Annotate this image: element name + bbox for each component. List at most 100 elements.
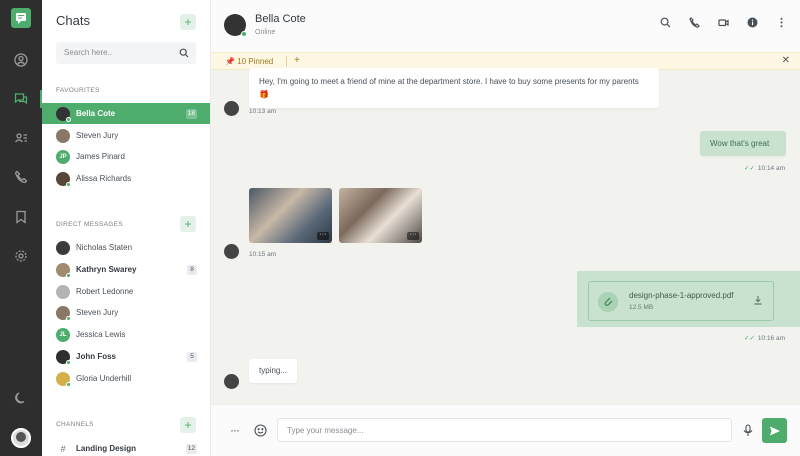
channel-name: Landing Design [76, 444, 136, 453]
more-icon[interactable]: ··· [317, 231, 329, 240]
avatar [56, 106, 71, 122]
avatar [56, 240, 70, 255]
sidebar-item-john-foss[interactable]: John Foss 5 [42, 346, 210, 367]
avatar [56, 305, 71, 321]
sidebar-item-steven-jury[interactable]: Steven Jury [42, 125, 210, 146]
nav-rail [0, 0, 42, 456]
send-icon [769, 426, 780, 435]
double-check-icon: ✓✓ [744, 335, 755, 342]
sidebar-item-nicholas-staten[interactable]: Nicholas Staten [42, 237, 210, 258]
message-input[interactable] [277, 418, 732, 442]
emoji-icon[interactable] [254, 424, 267, 437]
avatar [224, 101, 239, 116]
moon-icon[interactable] [12, 389, 30, 407]
online-indicator [241, 31, 247, 37]
conversation-panel: Bella Cote Online 📌 10 Pinned + ✕ Hey, I… [211, 0, 800, 456]
user-circle-icon[interactable] [12, 51, 30, 69]
settings-icon[interactable] [12, 247, 30, 265]
info-icon[interactable] [747, 17, 758, 28]
sidebar-title: Chats [56, 13, 90, 28]
search-icon[interactable] [660, 17, 671, 28]
typing-indicator: typing... [249, 359, 298, 383]
unread-badge: 5 [187, 351, 197, 362]
contact-name: Robert Ledonne [76, 287, 134, 296]
unread-badge: 12 [185, 443, 197, 454]
sidebar-item-bella-cote[interactable]: Bella Cote 18 [42, 103, 210, 124]
contact-name: Bella Cote [76, 109, 116, 118]
search-icon[interactable] [179, 48, 189, 58]
sidebar-item-alissa-richards[interactable]: Alissa Richards [42, 168, 210, 189]
divider [286, 56, 287, 67]
more-icon[interactable]: ··· [407, 231, 419, 240]
avatar [56, 371, 71, 387]
unread-badge: 18 [185, 108, 197, 119]
paperclip-icon [598, 292, 618, 312]
sidebar-item-jessica-lewis[interactable]: JL Jessica Lewis [42, 324, 210, 345]
file-size: 12.5 MB [629, 304, 654, 311]
avatar [224, 244, 239, 259]
message-time: ✓✓ 10:16 am [744, 335, 786, 342]
contacts-icon[interactable] [12, 129, 30, 147]
incoming-message: Hey, I'm going to meet a friend of mine … [249, 68, 659, 108]
contact-name: Steven Jury [76, 308, 119, 317]
contact-name: Gloria Underhill [76, 374, 132, 383]
message-time: 10:15 am [249, 251, 277, 258]
sidebar-item-james-pinard[interactable]: JP James Pinard [42, 146, 210, 167]
contact-name: John Foss [76, 352, 117, 361]
download-icon[interactable] [753, 295, 763, 305]
image-attachment[interactable]: ··· [249, 188, 332, 243]
send-button[interactable] [762, 418, 787, 443]
avatar [56, 284, 70, 299]
contact-name: Kathryn Swarey [76, 265, 137, 274]
add-pin-button[interactable]: + [294, 55, 300, 66]
bookmark-icon[interactable] [12, 208, 30, 226]
channels-heading: CHANNELS [56, 421, 94, 428]
profile-avatar[interactable] [11, 428, 31, 448]
sidebar-item-robert-ledonne[interactable]: Robert Ledonne [42, 281, 210, 302]
search-input[interactable]: Search here.. [64, 48, 112, 57]
contact-avatar[interactable] [224, 14, 247, 37]
contact-name[interactable]: Bella Cote [255, 13, 306, 25]
phone-icon[interactable] [12, 168, 30, 186]
avatar-initials: JL [56, 327, 70, 342]
new-channel-button[interactable]: + [180, 417, 196, 433]
phone-icon[interactable] [689, 17, 700, 28]
search-box[interactable]: Search here.. [56, 42, 196, 64]
chat-sidebar: Chats + Search here.. FAVOURITES Bella C… [42, 0, 211, 456]
sidebar-item-kathryn-swarey[interactable]: Kathryn Swarey 8 [42, 259, 210, 280]
contact-name: Alissa Richards [76, 174, 132, 183]
favourites-heading: FAVOURITES [56, 87, 100, 94]
contact-name: James Pinard [76, 152, 125, 161]
avatar [56, 262, 71, 278]
sidebar-item-steven-jury-dm[interactable]: Steven Jury [42, 302, 210, 323]
new-chat-button[interactable]: + [180, 14, 196, 30]
microphone-icon[interactable] [742, 424, 754, 437]
close-icon[interactable]: ✕ [782, 55, 790, 66]
avatar [56, 128, 70, 143]
double-check-icon: ✓✓ [744, 165, 755, 172]
message-time: ✓✓ 10:14 am [744, 165, 786, 172]
channel-item-landing-design[interactable]: # Landing Design 12 [42, 438, 210, 456]
avatar-initials: JP [56, 149, 70, 164]
avatar [224, 374, 239, 389]
contact-name: Steven Jury [76, 131, 119, 140]
header-actions [660, 17, 787, 28]
new-dm-button[interactable]: + [180, 216, 196, 232]
pinned-label[interactable]: 📌 10 Pinned [225, 57, 273, 66]
contact-name: Jessica Lewis [76, 330, 126, 339]
hash-icon: # [60, 443, 66, 454]
more-horizontal-icon[interactable]: ··· [230, 423, 240, 437]
chat-logo-icon[interactable] [11, 8, 31, 28]
video-icon[interactable] [718, 17, 729, 28]
avatar [56, 171, 71, 187]
outgoing-message: Wow that's great [700, 131, 786, 156]
chat-bubbles-icon[interactable] [12, 90, 30, 108]
avatar [56, 349, 71, 365]
image-attachment[interactable]: ··· [339, 188, 422, 243]
more-vertical-icon[interactable] [776, 17, 787, 28]
file-card[interactable]: design-phase-1-approved.pdf 12.5 MB [588, 281, 774, 321]
sidebar-item-gloria-underhill[interactable]: Gloria Underhill [42, 368, 210, 389]
unread-badge: 8 [187, 264, 197, 275]
conversation-header: Bella Cote Online [211, 0, 800, 52]
file-name: design-phase-1-approved.pdf [629, 291, 734, 300]
